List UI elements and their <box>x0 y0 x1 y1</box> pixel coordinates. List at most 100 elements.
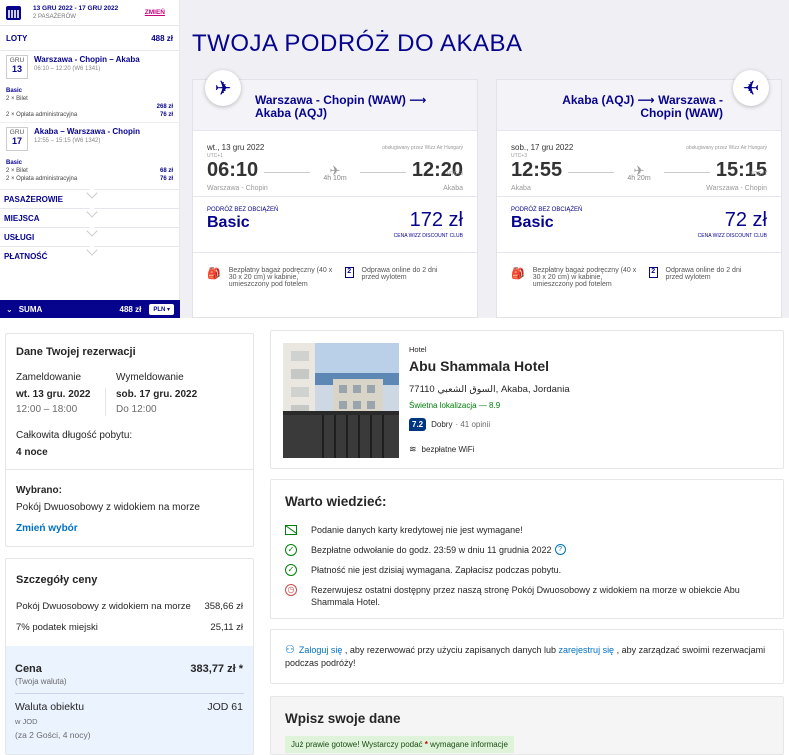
price-details-card: Szczegóły ceny Pokój Dwuosobowy z widoki… <box>5 558 254 755</box>
outbound-fare-name: Basic <box>6 88 23 94</box>
trip-title: TWOJA PODRÓŻ DO AKABA <box>192 30 523 57</box>
flights-summary-row[interactable]: LOTY 488 zł <box>0 26 179 51</box>
total-price-box: Cena (Twoja waluta) 383,77 zł * Waluta o… <box>6 646 253 754</box>
outbound-flight-summary: GRU 13 Warszawa - Chopin – Akaba 06:10 –… <box>0 51 179 81</box>
outbound-ticket-price: 268 zł <box>156 104 173 110</box>
inbound-month: GRU <box>9 129 25 136</box>
local-currency-value: JOD 61 <box>207 701 243 713</box>
score-word: Dobry <box>431 420 453 429</box>
local-currency-label: Waluta obiektu <box>15 701 85 713</box>
outbound-perks: 🎒 Bezpłatny bagaż podręczny (40 x 30 x 2… <box>193 253 477 288</box>
inbound-price: 72 zł <box>724 209 767 231</box>
info-last-room: ◷ Rezerwujesz ostatni dostępny przez nas… <box>285 584 775 608</box>
outbound-fare-breakdown: Basic 2 × Bilet 268 zł 2 × Opłata admini… <box>0 87 179 119</box>
total-value: 383,77 zł * <box>190 663 243 675</box>
sum-bar[interactable]: ⌄ SUMA 488 zł PLN ▾ <box>0 300 180 318</box>
change-selection-link[interactable]: Zmień wybór <box>16 523 78 534</box>
info-last-room-text: Rezerwujesz ostatni dostępny przez naszą… <box>311 585 740 607</box>
review-count: · 41 opinii <box>455 420 491 429</box>
login-text-1: , aby rezerwować przy użyciu zapisanych … <box>344 645 557 655</box>
info-no-card-text: Podanie danych karty kredytowej nie jest… <box>311 525 523 535</box>
note-before: Już prawie gotowe! Wystarczy podać <box>291 740 423 749</box>
passenger-count: 2 PASAŻERÓW <box>33 13 76 20</box>
inbound-day: 17 <box>11 136 22 146</box>
wifi-icon: ≋ <box>409 444 417 454</box>
checkout-label: Wymeldowanie <box>116 372 184 383</box>
outbound-fee-price: 76 zł <box>159 112 173 118</box>
inbound-date-box: GRU 17 <box>6 127 28 151</box>
info-pay-later-text: Płatność nie jest dzisiaj wymagana. Zapł… <box>311 565 562 575</box>
register-link[interactable]: zarejestruj się <box>559 645 615 655</box>
required-info-note: Już prawie gotowe! Wystarczy podać * wym… <box>285 736 514 753</box>
inbound-dep-time: 12:55 <box>511 159 563 181</box>
good-to-know-card: Warto wiedzieć: Podanie danych karty kre… <box>270 479 784 619</box>
outbound-price: 172 zł <box>409 209 463 231</box>
room-price-label: Pokój Dwuosobowy z widokiem na morze <box>16 601 191 612</box>
inbound-ticket-price: 68 zł <box>159 168 173 174</box>
bag-icon: 🎒 <box>207 268 221 280</box>
outbound-fee-line: 2 × Opłata administracyjna 76 zł <box>6 111 173 119</box>
divider <box>6 469 253 470</box>
divider <box>15 693 244 694</box>
help-icon[interactable]: ? <box>554 544 566 555</box>
inbound-card-route: Akaba (AQJ) ⟶ Warszawa - Chopin (WAW) <box>562 93 723 120</box>
check-icon: ✓ <box>285 544 297 556</box>
checkin-icon: 2 <box>344 267 354 278</box>
section-passengers[interactable]: PASAŻEROWIE <box>0 189 179 208</box>
login-prompt-card: ⚇ Zaloguj się , aby rezerwować przy użyci… <box>270 629 784 684</box>
property-type: Hotel <box>409 345 427 354</box>
sum-value: 488 zł <box>119 304 142 314</box>
outbound-card-header: ✈ Warszawa - Chopin (WAW) ⟶ Akaba (AQJ) <box>193 70 477 131</box>
selected-label: Wybrano: <box>16 485 62 496</box>
checkout-date: sob. 17 gru. 2022 <box>116 389 198 400</box>
section-seats[interactable]: MIEJSCA <box>0 208 179 227</box>
hotel-card: Hotel Abu Shammala Hotel 77110 السوق الش… <box>270 330 784 469</box>
outbound-time: 06:10 – 12:20 (W6 1341) <box>34 66 101 72</box>
enter-details-card: Wpisz swoje dane Już prawie gotowe! Wyst… <box>270 696 784 755</box>
hotel-address: 77110 السوق الشعبي, Akaba, Jordania <box>409 384 570 395</box>
required-star: * <box>424 740 428 749</box>
change-trip-link[interactable]: ZMIEŃ <box>145 9 165 16</box>
outbound-perk-checkin-text: Odprawa online do 2 dni przed wylotem <box>361 267 438 281</box>
flights-label: LOTY <box>6 33 28 43</box>
info-free-cancel-text: Bezpłatne odwołanie do godz. 23:59 w dni… <box>311 545 552 555</box>
info-free-cancel: ✓ Bezpłatne odwołanie do godz. 23:59 w d… <box>285 544 566 556</box>
section-payment[interactable]: PŁATNOŚĆ <box>0 246 179 265</box>
inbound-to: Warszawa - Chopin <box>706 185 767 192</box>
plane-icon: ✈ <box>733 70 769 106</box>
outbound-operator: obsługiwany przez Wizz Air Hungary <box>382 145 463 151</box>
inbound-operator: obsługiwany przez Wizz Air Hungary <box>686 145 767 151</box>
sign-in-link[interactable]: Zaloguj się <box>299 645 343 655</box>
inbound-fare-breakdown: Basic 2 × Bilet 68 zł 2 × Opłata administ… <box>0 159 179 183</box>
good-to-know-title: Warto wiedzieć: <box>285 494 387 509</box>
local-currency-sub: w JOD <box>15 717 38 726</box>
inbound-fee-label: 2 × Opłata administracyjna <box>6 176 78 182</box>
outbound-utc-arr: UTC+3 <box>447 171 463 177</box>
inbound-perk-checkin-text: Odprawa online do 2 dni przed wylotem <box>665 267 742 281</box>
tax-label: 7% podatek miejski <box>16 622 98 633</box>
inbound-flight-summary: GRU 17 Akaba – Warszawa - Chopin 12:55 –… <box>0 122 179 153</box>
outbound-perk-checkin: 2 Odprawa online do 2 dni przed wylotem <box>344 267 453 288</box>
inbound-fee-price: 76 zł <box>159 176 173 182</box>
flights-total: 488 zł <box>151 33 173 43</box>
local-currency-guests: (za 2 Gości, 4 nocy) <box>15 730 91 740</box>
inbound-card-header: ✈ Akaba (AQJ) ⟶ Warszawa - Chopin (WAW) <box>497 70 781 131</box>
user-icon: ⚇ <box>285 644 295 656</box>
reservation-details-card: Dane Twojej rezerwacji Zameldowanie wt. … <box>5 333 254 547</box>
outbound-month: GRU <box>9 57 25 64</box>
section-services[interactable]: USŁUGI <box>0 227 179 246</box>
outbound-route: Warszawa - Chopin – Akaba <box>34 55 140 64</box>
currency-select[interactable]: PLN ▾ <box>149 303 174 315</box>
divider <box>105 388 106 416</box>
hotel-photo[interactable] <box>283 343 399 458</box>
no-credit-card-icon <box>285 525 297 535</box>
reservation-title: Dane Twojej rezerwacji <box>16 346 136 358</box>
total-sub: (Twoja waluta) <box>15 677 67 686</box>
outbound-ticket-label: 2 × Bilet <box>6 96 28 102</box>
inbound-perks: 🎒 Bezpłatny bagaż podręczny (40 x 30 x 2… <box>497 253 781 288</box>
inbound-fare-name: Basic <box>6 160 23 166</box>
checkin-date: wt. 13 gru. 2022 <box>16 389 91 400</box>
chevron-down-icon: ⌄ <box>6 304 13 314</box>
outbound-ticket-line: 2 × Bilet <box>6 95 173 103</box>
stay-length-label: Całkowita długość pobytu: <box>16 430 133 441</box>
